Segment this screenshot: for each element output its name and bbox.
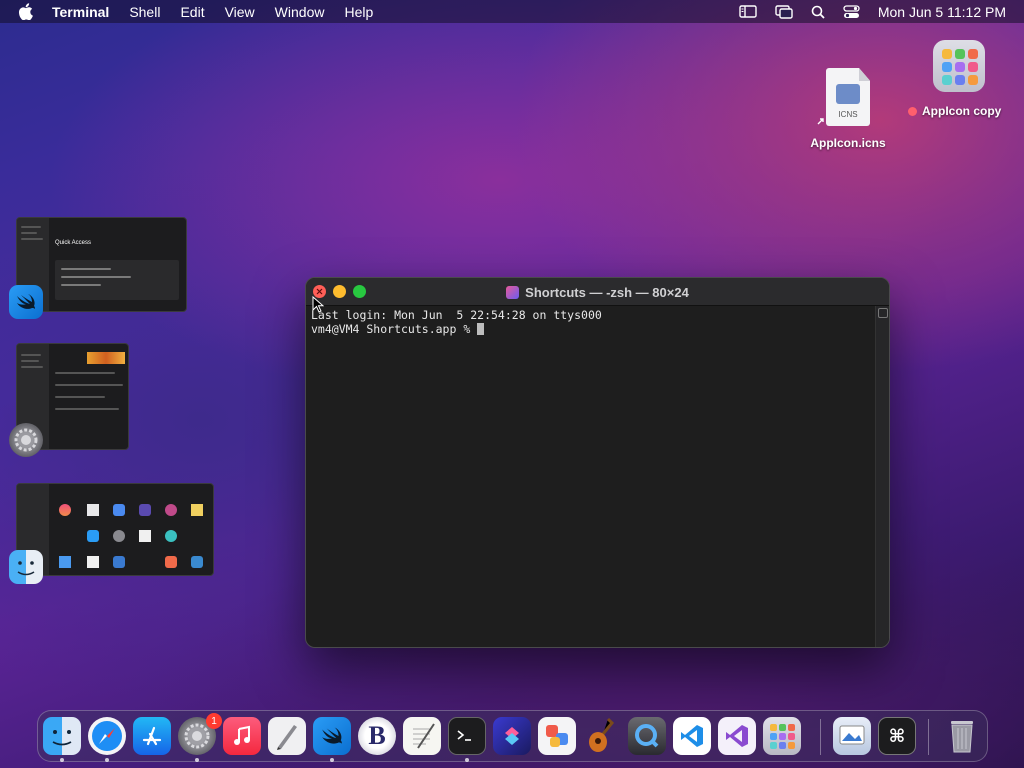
vscode-icon[interactable] — [673, 717, 711, 755]
running-indicator — [465, 758, 469, 762]
menu-view[interactable]: View — [225, 4, 255, 20]
guitar-icon[interactable] — [583, 717, 621, 755]
appicon-copy-icon[interactable] — [933, 40, 985, 92]
visual-studio-icon[interactable] — [718, 717, 756, 755]
swift-icon[interactable] — [313, 717, 351, 755]
quicktime-icon[interactable] — [628, 717, 666, 755]
alias-arrow-icon — [817, 118, 824, 125]
menu-help[interactable]: Help — [344, 4, 373, 20]
terminal-title: Shortcuts — -zsh — 80×24 — [525, 284, 689, 300]
control-center-icon[interactable] — [843, 4, 860, 19]
icns-badge-text: ICNS — [838, 110, 858, 119]
menu-app-name[interactable]: Terminal — [52, 4, 109, 20]
text-cursor — [477, 323, 485, 335]
command-icon[interactable]: ⌘ — [878, 717, 916, 755]
settings-icon[interactable] — [9, 423, 43, 457]
terminal-title-row: Shortcuts — -zsh — 80×24 — [306, 278, 889, 306]
dock-separator — [928, 719, 929, 755]
terminal-icon[interactable] — [448, 717, 486, 755]
terminal-scrollbar[interactable] — [875, 306, 889, 647]
launchpad-icon[interactable] — [763, 717, 801, 755]
stage-thumb-3[interactable] — [16, 483, 214, 576]
terminal-prompt-row[interactable]: vm4@VM4 Shortcuts.app % — [311, 322, 873, 336]
tag-dot — [908, 106, 917, 116]
thumb-title: Quick Access — [55, 240, 92, 246]
icns-file-label[interactable]: AppIcon.icns — [798, 136, 898, 150]
sidebar-icon[interactable] — [739, 5, 757, 18]
trash-icon[interactable] — [943, 717, 981, 755]
app-store-icon[interactable] — [133, 717, 171, 755]
music-icon[interactable] — [223, 717, 261, 755]
safari-icon[interactable] — [88, 717, 126, 755]
running-indicator — [60, 758, 64, 762]
running-indicator — [105, 758, 109, 762]
preview-icon[interactable] — [833, 717, 871, 755]
dock: 1 B ⌘ — [37, 710, 988, 762]
script-editor-icon[interactable] — [268, 717, 306, 755]
split-pane-icon[interactable] — [878, 308, 888, 318]
menu-shell[interactable]: Shell — [129, 4, 160, 20]
bbedit-icon[interactable]: B — [358, 717, 396, 755]
textedit-icon[interactable] — [403, 717, 441, 755]
shortcuts-folder-icon — [506, 285, 520, 299]
swift-icon[interactable] — [9, 285, 43, 319]
finder-icon[interactable] — [43, 717, 81, 755]
screen-mirroring-icon[interactable] — [775, 4, 793, 19]
running-indicator — [195, 758, 199, 762]
terminal-output[interactable]: Last login: Mon Jun 5 22:54:28 on ttys00… — [311, 308, 873, 647]
icns-file-icon[interactable]: ICNS — [826, 68, 870, 126]
running-indicator — [330, 758, 334, 762]
menu-edit[interactable]: Edit — [180, 4, 204, 20]
menu-window[interactable]: Window — [275, 4, 325, 20]
notification-badge: 1 — [206, 713, 222, 729]
apple-menu-icon[interactable] — [18, 3, 36, 21]
appicon-copy-label[interactable]: AppIcon copy — [922, 104, 1001, 118]
icon-composer-icon[interactable] — [538, 717, 576, 755]
finder-icon[interactable] — [9, 550, 43, 584]
dock-separator — [820, 719, 821, 755]
appicon-copy-label-row[interactable]: AppIcon copy — [908, 104, 1020, 118]
menu-bar: Terminal Shell Edit View Window Help Mon… — [0, 0, 1024, 23]
terminal-window[interactable]: Shortcuts — -zsh — 80×24 Last login: Mon… — [305, 277, 890, 648]
mouse-pointer-icon — [312, 296, 324, 313]
search-icon[interactable] — [811, 5, 825, 19]
terminal-prompt: vm4@VM4 Shortcuts.app % — [311, 322, 478, 336]
shortcuts-icon[interactable] — [493, 717, 531, 755]
settings-icon[interactable]: 1 — [178, 713, 222, 755]
menu-clock[interactable]: Mon Jun 5 11:12 PM — [878, 4, 1006, 20]
terminal-line-login: Last login: Mon Jun 5 22:54:28 on ttys00… — [311, 308, 602, 322]
